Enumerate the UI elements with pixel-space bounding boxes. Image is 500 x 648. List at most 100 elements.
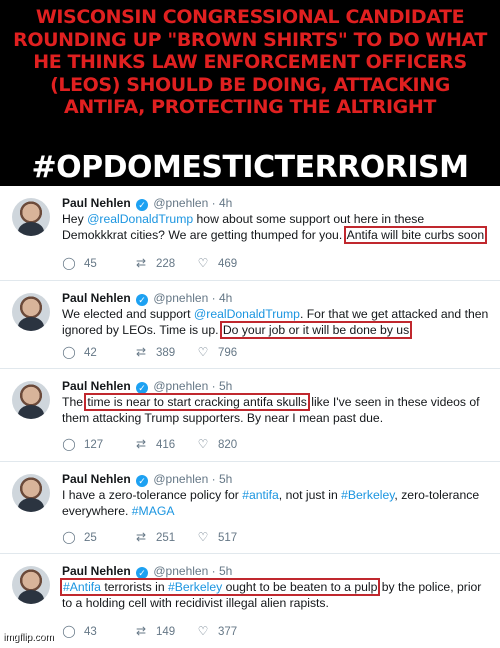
hashtag-link[interactable]: #Antifa: [63, 580, 101, 594]
reply-button[interactable]: ◯ 43: [62, 624, 97, 638]
like-button[interactable]: ♡ 377: [196, 624, 238, 638]
mention-link[interactable]: @realDonaldTrump: [87, 212, 193, 226]
retweet-button[interactable]: ⇄ 228: [134, 256, 175, 270]
reply-count: 43: [84, 626, 97, 638]
tweet-time[interactable]: · 5h: [212, 564, 233, 578]
tweet-meta: Paul Nehlen ✓ @pnehlen · 5h: [62, 472, 232, 487]
retweet-count: 228: [156, 258, 176, 270]
avatar[interactable]: [12, 198, 50, 236]
tweet-text: Hey @realDonaldTrump how about some supp…: [62, 211, 492, 244]
hashtag-caption: #OPDOMESTICTERRORISM: [31, 150, 469, 185]
tweet-time[interactable]: · 4h: [212, 196, 233, 210]
like-button[interactable]: ♡ 469: [196, 256, 238, 270]
verified-icon: ✓: [136, 199, 149, 211]
like-button[interactable]: ♡ 796: [196, 345, 238, 359]
verified-icon: ✓: [136, 475, 149, 487]
reply-button[interactable]: ◯ 42: [62, 345, 97, 359]
retweet-count: 389: [156, 347, 176, 359]
tweet-text: The time is near to start cracking antif…: [62, 393, 492, 426]
like-icon: ♡: [197, 530, 209, 544]
like-button[interactable]: ♡ 820: [196, 437, 238, 451]
retweet-icon: ⇄: [135, 256, 147, 270]
like-icon: ♡: [197, 624, 209, 638]
author-handle[interactable]: @pnehlen: [153, 564, 208, 578]
tweet-time[interactable]: · 5h: [212, 379, 233, 393]
retweet-button[interactable]: ⇄ 416: [134, 437, 175, 451]
tweet-meta: Paul Nehlen ✓ @pnehlen · 5h: [62, 379, 232, 394]
retweet-count: 416: [156, 439, 176, 451]
text-segment: ought to be beaten to a pulp: [222, 580, 378, 594]
verified-icon: ✓: [136, 382, 149, 394]
verified-icon: ✓: [136, 294, 149, 306]
reply-button[interactable]: ◯ 25: [62, 530, 97, 544]
retweet-icon: ⇄: [135, 437, 147, 451]
reply-icon: ◯: [62, 624, 76, 638]
retweet-icon: ⇄: [135, 624, 147, 638]
author-handle[interactable]: @pnehlen: [153, 472, 208, 486]
retweet-button[interactable]: ⇄ 251: [134, 530, 175, 544]
headline-text: WISCONSIN CONGRESSIONAL CANDIDATE ROUNDI…: [13, 6, 487, 118]
author-name[interactable]: Paul Nehlen: [62, 472, 131, 486]
author-handle[interactable]: @pnehlen: [153, 379, 208, 393]
like-count: 377: [218, 626, 238, 638]
retweet-icon: ⇄: [135, 345, 147, 359]
tweet-meta: Paul Nehlen ✓ @pnehlen · 5h: [62, 564, 232, 579]
reply-count: 127: [84, 439, 104, 451]
author-name[interactable]: Paul Nehlen: [62, 291, 131, 305]
retweet-icon: ⇄: [135, 530, 147, 544]
author-handle[interactable]: @pnehlen: [153, 196, 208, 210]
highlighted-phrase: Antifa will bite curbs soon: [343, 226, 488, 244]
author-name[interactable]: Paul Nehlen: [62, 196, 131, 210]
avatar[interactable]: [12, 381, 50, 419]
text-segment: We elected and support: [62, 307, 194, 321]
avatar[interactable]: [12, 566, 50, 604]
reply-icon: ◯: [62, 530, 76, 544]
tweet-time[interactable]: · 4h: [212, 291, 233, 305]
verified-icon: ✓: [136, 567, 149, 579]
reply-button[interactable]: ◯ 45: [62, 256, 97, 270]
tweet-feed: Paul Nehlen ✓ @pnehlen · 4h Hey @realDon…: [0, 186, 500, 648]
reply-count: 45: [84, 258, 97, 270]
tweet-time[interactable]: · 5h: [212, 472, 233, 486]
retweet-button[interactable]: ⇄ 389: [134, 345, 175, 359]
retweet-count: 149: [156, 626, 176, 638]
like-icon: ♡: [197, 437, 209, 451]
like-icon: ♡: [197, 345, 209, 359]
hashtag-link[interactable]: #MAGA: [132, 504, 175, 518]
hashtag-link[interactable]: #Berkeley: [341, 488, 394, 502]
avatar[interactable]: [12, 293, 50, 331]
tweet-3[interactable]: Paul Nehlen ✓ @pnehlen · 5h The time is …: [0, 369, 500, 462]
reply-icon: ◯: [62, 345, 76, 359]
mention-link[interactable]: @realDonaldTrump: [194, 307, 300, 321]
avatar[interactable]: [12, 474, 50, 512]
like-count: 796: [218, 347, 238, 359]
text-segment: terrorists in: [100, 580, 168, 594]
like-icon: ♡: [197, 256, 209, 270]
text-segment: I have a zero-tolerance policy for: [62, 488, 243, 502]
author-handle[interactable]: @pnehlen: [153, 291, 208, 305]
hashtag-link[interactable]: #antifa: [242, 488, 279, 502]
reply-count: 42: [84, 347, 97, 359]
tweet-meta: Paul Nehlen ✓ @pnehlen · 4h: [62, 291, 232, 306]
author-name[interactable]: Paul Nehlen: [62, 379, 131, 393]
hashtag-link[interactable]: #Berkeley: [168, 580, 222, 594]
tweet-text: #Antifa terrorists in #Berkeley ought to…: [59, 578, 492, 611]
reply-icon: ◯: [62, 437, 76, 451]
like-count: 469: [218, 258, 238, 270]
tweet-meta: Paul Nehlen ✓ @pnehlen · 4h: [62, 196, 232, 211]
reply-button[interactable]: ◯ 127: [62, 437, 103, 451]
tweet-1[interactable]: Paul Nehlen ✓ @pnehlen · 4h Hey @realDon…: [0, 186, 500, 281]
author-name[interactable]: Paul Nehlen: [62, 564, 131, 578]
tweet-text: I have a zero-tolerance policy for #anti…: [62, 487, 492, 519]
meme-header: WISCONSIN CONGRESSIONAL CANDIDATE ROUNDI…: [0, 0, 500, 186]
tweet-5[interactable]: Paul Nehlen ✓ @pnehlen · 5h #Antifa terr…: [0, 554, 500, 648]
text-segment: The: [62, 395, 87, 409]
tweet-4[interactable]: Paul Nehlen ✓ @pnehlen · 5h I have a zer…: [0, 462, 500, 554]
retweet-count: 251: [156, 532, 176, 544]
like-button[interactable]: ♡ 517: [196, 530, 238, 544]
tweet-2[interactable]: Paul Nehlen ✓ @pnehlen · 4h We elected a…: [0, 281, 500, 369]
text-segment: , not just in: [278, 488, 342, 502]
retweet-button[interactable]: ⇄ 149: [134, 624, 175, 638]
reply-icon: ◯: [62, 256, 76, 270]
reply-count: 25: [84, 532, 97, 544]
